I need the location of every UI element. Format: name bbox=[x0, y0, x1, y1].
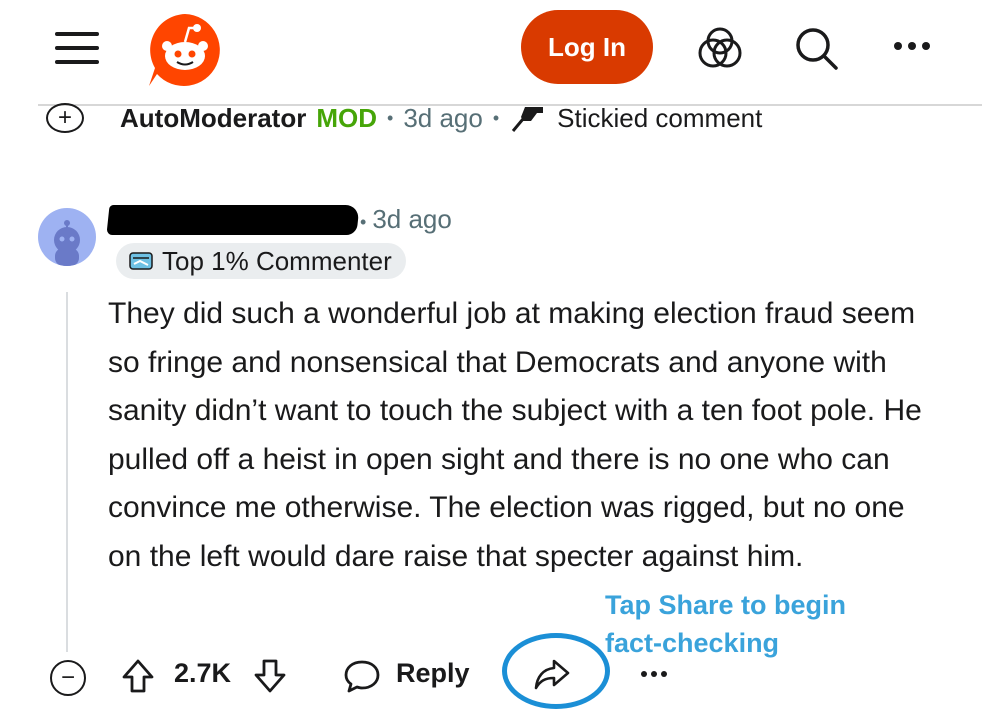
avatar[interactable] bbox=[38, 208, 96, 266]
communities-icon[interactable] bbox=[695, 26, 745, 72]
more-options-icon[interactable] bbox=[890, 36, 934, 56]
comment-body: They did such a wonderful job at making … bbox=[108, 297, 922, 573]
sticky-time: 3d ago bbox=[403, 102, 483, 133]
reddit-logo-icon[interactable] bbox=[145, 10, 225, 90]
annotation-text: Tap Share to begin fact-checking bbox=[605, 586, 905, 662]
expand-icon[interactable]: + bbox=[46, 103, 84, 133]
annotation-line-2: fact-checking bbox=[605, 628, 780, 658]
redacted-username bbox=[106, 205, 360, 235]
separator-dot: • bbox=[360, 212, 367, 232]
separator-dot: • bbox=[387, 107, 394, 128]
reply-button[interactable]: Reply bbox=[396, 658, 470, 689]
upvote-icon[interactable] bbox=[118, 656, 158, 696]
flair-label: Top 1% Commenter bbox=[162, 245, 392, 276]
stickied-label: Stickied comment bbox=[557, 102, 763, 133]
share-highlight-ring bbox=[502, 633, 610, 709]
thread-line[interactable] bbox=[66, 292, 68, 652]
reply-icon[interactable] bbox=[342, 656, 382, 696]
downvote-icon[interactable] bbox=[250, 656, 290, 696]
mod-badge: MOD bbox=[316, 102, 377, 133]
sticky-comment-row[interactable]: + AutoModerator MOD • 3d ago • Stickied … bbox=[46, 98, 762, 138]
top-commenter-icon bbox=[128, 250, 154, 272]
annotation-line-1: Tap Share to begin bbox=[605, 590, 847, 620]
pin-icon bbox=[509, 103, 545, 133]
login-button[interactable]: Log In bbox=[521, 10, 653, 84]
search-icon[interactable] bbox=[792, 24, 840, 72]
hamburger-menu-icon[interactable] bbox=[52, 28, 102, 68]
vote-count: 2.7K bbox=[174, 658, 232, 688]
comment-time: 3d ago bbox=[372, 204, 452, 234]
separator-dot: • bbox=[492, 107, 500, 128]
collapse-icon[interactable]: − bbox=[50, 660, 86, 696]
comment-time-row: • 3d ago bbox=[360, 204, 452, 235]
comment-more-icon[interactable] bbox=[638, 666, 670, 682]
sticky-author[interactable]: AutoModerator bbox=[120, 103, 306, 134]
user-flair: Top 1% Commenter bbox=[116, 243, 406, 279]
